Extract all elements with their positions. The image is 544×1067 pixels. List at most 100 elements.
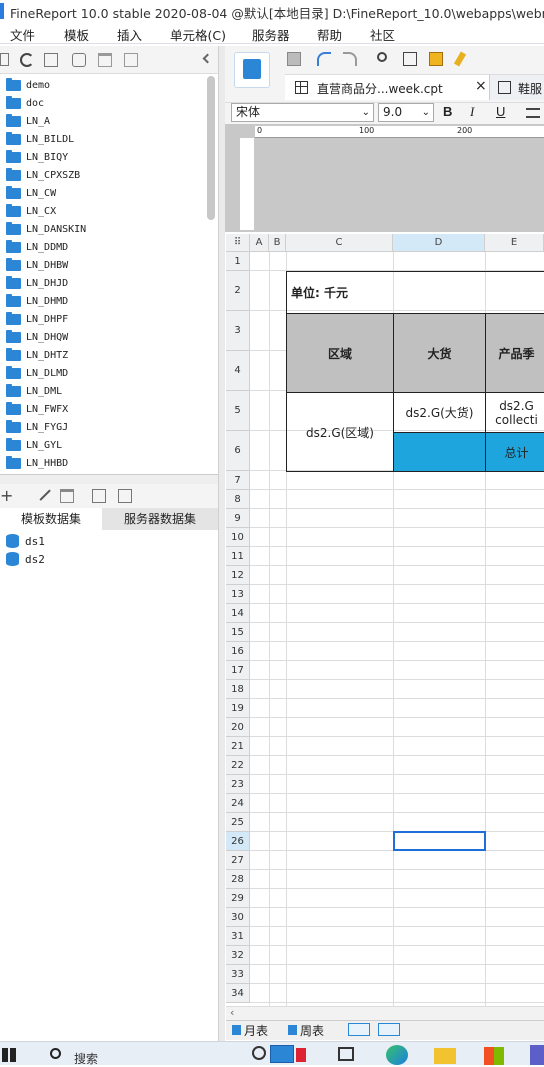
row-header[interactable]: 24 — [226, 794, 250, 813]
tree-item[interactable]: LN_DHQW — [6, 328, 68, 346]
delete-dataset-icon[interactable] — [60, 489, 74, 503]
row-header[interactable]: 33 — [226, 965, 250, 984]
column-header[interactable]: D — [393, 234, 485, 252]
align-left-icon[interactable] — [526, 108, 540, 118]
header-region-cell[interactable]: 区域 — [286, 313, 394, 393]
tree-item[interactable]: LN_DDMD — [6, 238, 68, 256]
row-header[interactable]: 30 — [226, 908, 250, 927]
tree-scrollbar[interactable] — [207, 76, 215, 220]
row-header[interactable]: 12 — [226, 566, 250, 585]
tree-item[interactable]: LN_BIQY — [6, 148, 68, 166]
delete-icon[interactable] — [98, 53, 112, 67]
taskbar-search-label[interactable]: 搜索 — [74, 1050, 98, 1067]
tree-item[interactable]: LN_BILDL — [6, 130, 74, 148]
column-header[interactable]: B — [269, 234, 286, 252]
menu-cell[interactable]: 单元格(C) — [170, 25, 226, 44]
row-header[interactable]: 21 — [226, 737, 250, 756]
search-icon[interactable] — [50, 1048, 61, 1059]
select-all-corner[interactable]: ⠿ — [226, 234, 250, 252]
row-header[interactable]: 28 — [226, 870, 250, 889]
scroll-left-icon[interactable]: ‹ — [230, 1006, 234, 1019]
save-icon[interactable] — [287, 52, 301, 66]
row-header[interactable]: 6 — [226, 431, 250, 471]
new-folder-icon[interactable] — [0, 53, 9, 66]
locate-icon[interactable] — [44, 53, 58, 67]
header-product-cell[interactable]: 产品季 — [485, 313, 544, 393]
horizontal-scrollbar[interactable]: ‹ — [226, 1006, 544, 1020]
tree-item[interactable]: LN_GYL — [6, 436, 62, 454]
tree-item[interactable]: LN_FYGJ — [6, 418, 68, 436]
row-header[interactable]: 26 — [226, 832, 250, 851]
underline-icon[interactable]: U — [496, 104, 505, 119]
row-header[interactable]: 22 — [226, 756, 250, 775]
row-header[interactable]: 3 — [226, 311, 250, 351]
unit-cell[interactable]: 单位: 千元 — [286, 271, 544, 313]
menu-file[interactable]: 文件 — [10, 25, 35, 44]
selected-cell[interactable] — [393, 831, 486, 851]
tab-template-dataset[interactable]: 模板数据集 — [0, 508, 102, 530]
task-view-icon[interactable] — [338, 1047, 354, 1061]
tree-item[interactable]: LN_CX — [6, 202, 56, 220]
menu-community[interactable]: 社区 — [370, 25, 395, 44]
sheet-tab-month[interactable]: 月表 — [232, 1022, 268, 1039]
preview-icon[interactable] — [92, 489, 106, 503]
row-header[interactable]: 18 — [226, 680, 250, 699]
sheet-tab-week[interactable]: 周表 — [288, 1022, 324, 1039]
row-header[interactable]: 7 — [226, 471, 250, 490]
region-data-cell[interactable]: ds2.G(区域) — [286, 392, 394, 472]
row-header[interactable]: 14 — [226, 604, 250, 623]
close-icon[interactable]: × — [475, 78, 487, 94]
format-painter-icon[interactable] — [453, 51, 467, 67]
tab-active[interactable]: 直营商品分...week.cpt × — [285, 75, 490, 100]
tree-item[interactable]: LN_DHBW — [6, 256, 68, 274]
row-header[interactable]: 32 — [226, 946, 250, 965]
dataset-item[interactable]: ds1 — [6, 534, 45, 548]
redo-icon[interactable] — [343, 52, 357, 66]
folder-app-icon[interactable] — [434, 1048, 456, 1064]
italic-icon[interactable]: I — [470, 104, 474, 120]
tree-item[interactable]: LN_DHTZ — [6, 346, 68, 364]
store-icon[interactable] — [484, 1047, 504, 1065]
column-header[interactable]: C — [286, 234, 393, 252]
tree-item[interactable]: LN_DHPF — [6, 310, 68, 328]
collapse-icon[interactable] — [202, 53, 213, 64]
cut-icon[interactable] — [377, 52, 387, 62]
row-header[interactable]: 23 — [226, 775, 250, 794]
total-fill-cell[interactable] — [393, 432, 486, 472]
add-dashboard-sheet-icon[interactable] — [378, 1023, 400, 1036]
tree-item[interactable]: LN_DML — [6, 382, 62, 400]
tree-item[interactable]: doc — [6, 94, 44, 112]
teams-icon[interactable] — [530, 1045, 544, 1065]
finereport-app-icon[interactable] — [270, 1045, 294, 1063]
row-header[interactable]: 15 — [226, 623, 250, 642]
template-button[interactable] — [234, 52, 270, 88]
edge-icon[interactable] — [386, 1045, 408, 1065]
tree-item[interactable]: demo — [6, 76, 50, 94]
row-header[interactable]: 25 — [226, 813, 250, 832]
add-dataset-icon[interactable]: + — [0, 486, 13, 505]
panel-divider[interactable] — [0, 474, 218, 484]
edit-icon[interactable] — [35, 485, 51, 501]
pencil-icon[interactable] — [296, 1048, 306, 1062]
product-data-cell[interactable]: ds2.G collecti — [485, 392, 544, 433]
row-header[interactable]: 17 — [226, 661, 250, 680]
tree-item[interactable]: LN_HHBD — [6, 454, 68, 472]
tree-item[interactable]: LN_FWFX — [6, 400, 68, 418]
copy-cell-icon[interactable] — [403, 52, 417, 66]
tree-item[interactable]: LN_CW — [6, 184, 56, 202]
spreadsheet-grid[interactable]: ⠿ A B C D E 1 2 3 4 5 6 7 8 9 10 11 12 13 14 15 16 17 18 1… — [226, 234, 544, 1006]
menu-template[interactable]: 模板 — [64, 25, 89, 44]
tab-server-dataset[interactable]: 服务器数据集 — [102, 508, 218, 530]
goods-data-cell[interactable]: ds2.G(大货) — [393, 392, 486, 433]
row-header[interactable]: 8 — [226, 490, 250, 509]
row-header[interactable]: 5 — [226, 391, 250, 431]
connect-icon[interactable] — [118, 489, 132, 503]
tree-item[interactable]: LN_A — [6, 112, 50, 130]
tree-item[interactable]: LN_DLMD — [6, 364, 68, 382]
windows-start-icon[interactable] — [2, 1048, 16, 1062]
menu-help[interactable]: 帮助 — [317, 25, 342, 44]
total-cell[interactable]: 总计 — [485, 432, 544, 472]
row-header[interactable]: 13 — [226, 585, 250, 604]
tree-item[interactable]: LN_DHJD — [6, 274, 68, 292]
tree-item[interactable]: LN_DANSKIN — [6, 220, 86, 238]
